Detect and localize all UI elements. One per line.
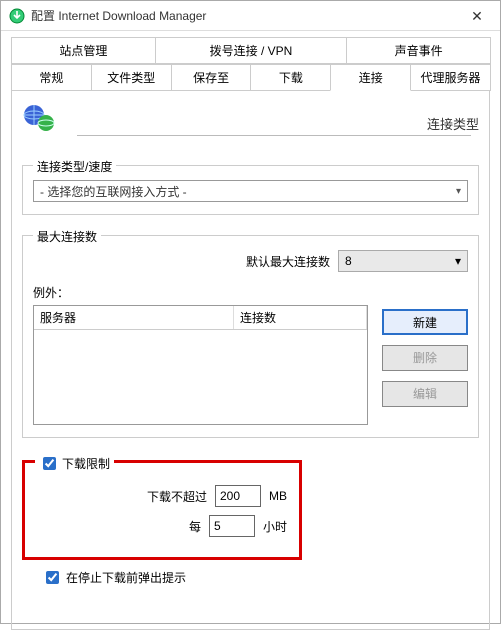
th-connections[interactable]: 连接数 [234, 306, 367, 329]
tab-proxy[interactable]: 代理服务器 [410, 64, 491, 91]
table-header-row: 服务器 连接数 [34, 306, 367, 330]
legend-max-connections: 最大连接数 [33, 228, 101, 245]
tab-site-manage[interactable]: 站点管理 [11, 37, 156, 64]
dl-not-exceed-label: 下载不超过 [147, 488, 207, 505]
chevron-down-icon: ▾ [456, 186, 461, 197]
tab-filetypes[interactable]: 文件类型 [91, 64, 172, 91]
tab-connection[interactable]: 连接 [330, 64, 411, 91]
combo-default-max-value: 8 [345, 254, 352, 268]
tab-dialup-vpn[interactable]: 拨号连接 / VPN [155, 37, 347, 64]
per-hours-input[interactable] [209, 515, 255, 537]
tab-general[interactable]: 常规 [11, 64, 92, 91]
tab-sound-events[interactable]: 声音事件 [346, 37, 491, 64]
panel-header-label: 连接类型 [427, 114, 479, 135]
title-bar: 配置 Internet Download Manager ✕ [1, 1, 500, 31]
delete-button[interactable]: 删除 [382, 345, 468, 371]
new-button[interactable]: 新建 [382, 309, 468, 335]
popup-before-stop-label: 在停止下载前弹出提示 [66, 569, 186, 586]
exceptions-table[interactable]: 服务器 连接数 [33, 305, 368, 425]
window-title: 配置 Internet Download Manager [31, 1, 454, 31]
dl-mb-input[interactable] [215, 485, 261, 507]
tabs-upper: 站点管理 拨号连接 / VPN 声音事件 [11, 37, 490, 64]
popup-before-stop-checkbox[interactable] [46, 571, 59, 584]
tab-saveto[interactable]: 保存至 [171, 64, 252, 91]
exceptions-label: 例外： [33, 284, 468, 301]
tab-download[interactable]: 下载 [250, 64, 331, 91]
per-label: 每 [189, 518, 201, 535]
legend-connection-type: 连接类型/速度 [33, 158, 116, 175]
combo-connection-type[interactable]: - 选择您的互联网接入方式 - ▾ [33, 180, 468, 202]
connection-panel: 连接类型 连接类型/速度 - 选择您的互联网接入方式 - ▾ 最大连接数 默认最… [11, 90, 490, 630]
tabs-lower: 常规 文件类型 保存至 下载 连接 代理服务器 [11, 64, 490, 91]
globe-icon [22, 101, 56, 135]
header-divider [77, 135, 471, 136]
edit-button[interactable]: 编辑 [382, 381, 468, 407]
app-icon [9, 8, 25, 24]
download-limit-checkbox[interactable] [43, 457, 56, 470]
chevron-down-icon: ▾ [455, 254, 461, 268]
combo-default-max[interactable]: 8 ▾ [338, 250, 468, 272]
per-hours-unit: 小时 [263, 518, 287, 535]
group-connection-type: 连接类型/速度 - 选择您的互联网接入方式 - ▾ [22, 165, 479, 215]
group-download-limit: 下载限制 下载不超过 MB 每 小时 [22, 460, 302, 560]
legend-download-limit: 下载限制 [62, 455, 110, 472]
combo-value: - 选择您的互联网接入方式 - [40, 183, 456, 200]
default-max-label: 默认最大连接数 [246, 253, 330, 270]
close-button[interactable]: ✕ [454, 1, 500, 31]
th-server[interactable]: 服务器 [34, 306, 234, 329]
dl-mb-unit: MB [269, 489, 287, 503]
group-max-connections: 最大连接数 默认最大连接数 8 ▾ 例外： 服务器 连接数 新建 [22, 235, 479, 438]
